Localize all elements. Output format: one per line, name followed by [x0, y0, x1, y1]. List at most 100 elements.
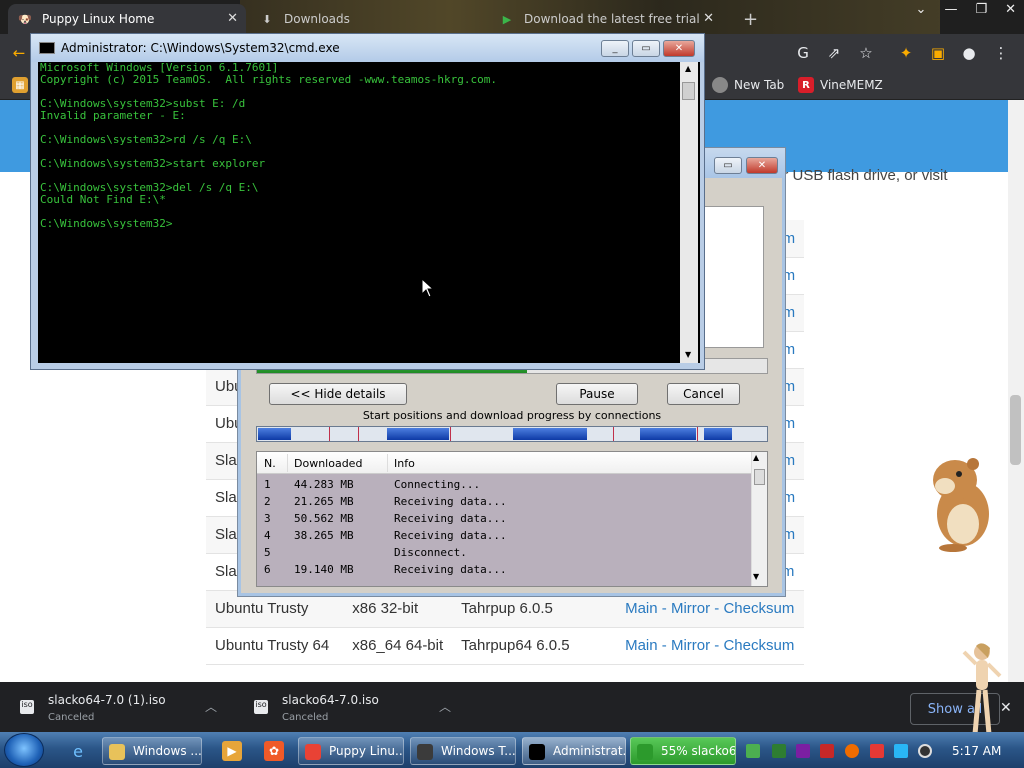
- internet-explorer-icon[interactable]: e: [68, 741, 88, 761]
- side-panel-icon[interactable]: ▣: [927, 42, 949, 64]
- link-main[interactable]: Main: [625, 600, 658, 617]
- connection-row[interactable]: 5 Disconnect.: [257, 544, 751, 561]
- maximize-icon[interactable]: ▭: [632, 40, 660, 57]
- taskbar-clock[interactable]: 5:17 AM: [952, 744, 1001, 758]
- link-checksum[interactable]: Checksum: [723, 637, 794, 654]
- scroll-up-icon[interactable]: ▲: [685, 64, 691, 73]
- iso-file-icon: iso: [20, 700, 34, 714]
- page-scrollbar-thumb[interactable]: [1010, 395, 1021, 465]
- restore-icon[interactable]: ❐: [975, 2, 987, 17]
- taskbar-button[interactable]: Windows T...: [410, 737, 516, 765]
- close-icon[interactable]: ✕: [1005, 2, 1016, 17]
- close-icon[interactable]: ✕: [746, 157, 778, 174]
- maximize-icon[interactable]: ▭: [714, 157, 742, 174]
- hide-details-button[interactable]: << Hide details: [269, 383, 407, 405]
- column-header-downloaded[interactable]: Downloaded: [294, 457, 362, 470]
- tray-app-icon[interactable]: [796, 744, 810, 758]
- cell-links: Main - Mirror - Checksum: [616, 627, 805, 665]
- cmd-line: C:\Windows\system32>: [40, 217, 173, 230]
- puppy-favicon-icon: 🐶: [18, 12, 32, 26]
- link-mirror[interactable]: Mirror: [671, 637, 710, 654]
- google-icon[interactable]: G: [792, 42, 814, 64]
- cmd-scrollbar[interactable]: ▲ ▼: [680, 62, 698, 363]
- cmd-window: Administrator: C:\Windows\System32\cmd.e…: [30, 33, 705, 370]
- connection-row[interactable]: 3 50.562 MB Receiving data...: [257, 510, 751, 527]
- new-tab-button[interactable]: +: [733, 4, 763, 34]
- connection-info: Disconnect.: [394, 546, 467, 559]
- minimize-icon[interactable]: _: [601, 40, 629, 57]
- connection-segment: [640, 428, 696, 440]
- tray-app-icon[interactable]: [845, 744, 859, 758]
- display-tray-icon[interactable]: [894, 744, 908, 758]
- chevron-up-icon[interactable]: ︿: [439, 698, 451, 715]
- star-icon[interactable]: ☆: [855, 42, 877, 64]
- chevron-down-icon[interactable]: ⌄: [916, 2, 927, 17]
- scroll-down-icon[interactable]: ▼: [685, 350, 691, 359]
- tab-downloads[interactable]: ⬇ Downloads: [250, 4, 480, 34]
- back-arrow-icon[interactable]: ←: [8, 42, 30, 64]
- connection-row[interactable]: 1 44.283 MB Connecting...: [257, 476, 751, 493]
- scroll-down-icon[interactable]: ▼: [753, 572, 759, 581]
- connection-row[interactable]: 2 21.265 MB Receiving data...: [257, 493, 751, 510]
- download-item[interactable]: iso slacko64-7.0.iso Canceled ︿: [234, 690, 451, 724]
- connection-downloaded: 38.265 MB: [294, 529, 354, 542]
- tab-close-icon[interactable]: ✕: [227, 11, 238, 26]
- start-button-icon[interactable]: [4, 733, 44, 767]
- tab-puppy-linux-home[interactable]: 🐶 Puppy Linux Home ✕: [8, 4, 246, 34]
- downloads-favicon-icon: ⬇: [262, 12, 272, 26]
- bookmark-vinememz[interactable]: R VineMEMZ: [798, 77, 883, 93]
- connection-segment: [704, 428, 732, 440]
- link-main[interactable]: Main: [625, 637, 658, 654]
- link-mirror[interactable]: Mirror: [671, 600, 710, 617]
- menu-kebab-icon[interactable]: ⋮: [990, 42, 1012, 64]
- taskbar-button[interactable]: Windows ...: [102, 737, 202, 765]
- scroll-up-icon[interactable]: ▲: [753, 453, 759, 462]
- flag-tray-icon[interactable]: [870, 744, 884, 758]
- media-player-icon[interactable]: ▶: [222, 741, 242, 761]
- download-status: Canceled: [48, 712, 95, 723]
- cmd-console[interactable]: Microsoft Windows [Version 6.1.7601] Copy…: [38, 62, 700, 363]
- network-tray-icon[interactable]: [746, 744, 760, 758]
- share-icon[interactable]: ⇗: [823, 42, 845, 64]
- cmd-titlebar[interactable]: Administrator: C:\Windows\System32\cmd.e…: [31, 34, 704, 62]
- column-divider: [387, 454, 388, 472]
- connection-start-marker: [697, 427, 698, 441]
- bookmark-new-tab[interactable]: New Tab: [712, 77, 784, 93]
- tab-download-trial[interactable]: ▶ Download the latest free trial ver ✕: [490, 4, 722, 34]
- chevron-up-icon[interactable]: ︿: [205, 698, 217, 715]
- link-checksum[interactable]: Checksum: [723, 600, 794, 617]
- connections-list-scrollbar[interactable]: ▲ ▼: [751, 452, 767, 586]
- column-header-info[interactable]: Info: [394, 457, 415, 470]
- taskbar-button[interactable]: 55% slacko6...: [630, 737, 736, 765]
- cancel-button[interactable]: Cancel: [667, 383, 740, 405]
- downloads-shelf: iso slacko64-7.0 (1).iso Canceled ︿ iso …: [0, 682, 1024, 732]
- scroll-thumb[interactable]: [754, 469, 765, 485]
- pause-button[interactable]: Pause: [556, 383, 638, 405]
- connections-list-body: 1 44.283 MB Connecting... 2 21.265 MB Receivi…: [257, 474, 751, 586]
- bookmark-apps-icon[interactable]: ▦: [12, 77, 28, 93]
- tray-app-icon[interactable]: [772, 744, 786, 758]
- connection-segment: [387, 428, 449, 440]
- bookmark-label: VineMEMZ: [820, 78, 883, 92]
- close-icon[interactable]: ✕: [663, 40, 695, 57]
- download-item[interactable]: iso slacko64-7.0 (1).iso Canceled ︿: [0, 690, 217, 724]
- tab-close-icon[interactable]: ✕: [703, 11, 714, 26]
- tray-app-icon[interactable]: [820, 744, 834, 758]
- taskbar-button[interactable]: Puppy Linu...: [298, 737, 404, 765]
- connections-list-header: N. Downloaded Info: [257, 452, 751, 474]
- connection-row[interactable]: 4 38.265 MB Receiving data...: [257, 527, 751, 544]
- taskbar-app-icon: [109, 744, 125, 760]
- extensions-icon[interactable]: ✦: [895, 42, 917, 64]
- app-pinned-icon[interactable]: ✿: [264, 741, 284, 761]
- taskbar-button[interactable]: Administrat...: [522, 737, 626, 765]
- scroll-thumb[interactable]: [682, 82, 695, 100]
- profile-avatar-icon[interactable]: ●: [958, 42, 980, 64]
- cmd-title-text: Administrator: C:\Windows\System32\cmd.e…: [61, 41, 340, 55]
- bookmark-label: New Tab: [734, 78, 785, 92]
- page-scrollbar[interactable]: [1008, 100, 1024, 682]
- volume-tray-icon[interactable]: [918, 744, 932, 758]
- connection-n: 4: [264, 529, 271, 542]
- connection-row[interactable]: 6 19.140 MB Receiving data...: [257, 561, 751, 578]
- minimize-icon[interactable]: —: [944, 2, 957, 17]
- column-header-n[interactable]: N.: [264, 457, 276, 470]
